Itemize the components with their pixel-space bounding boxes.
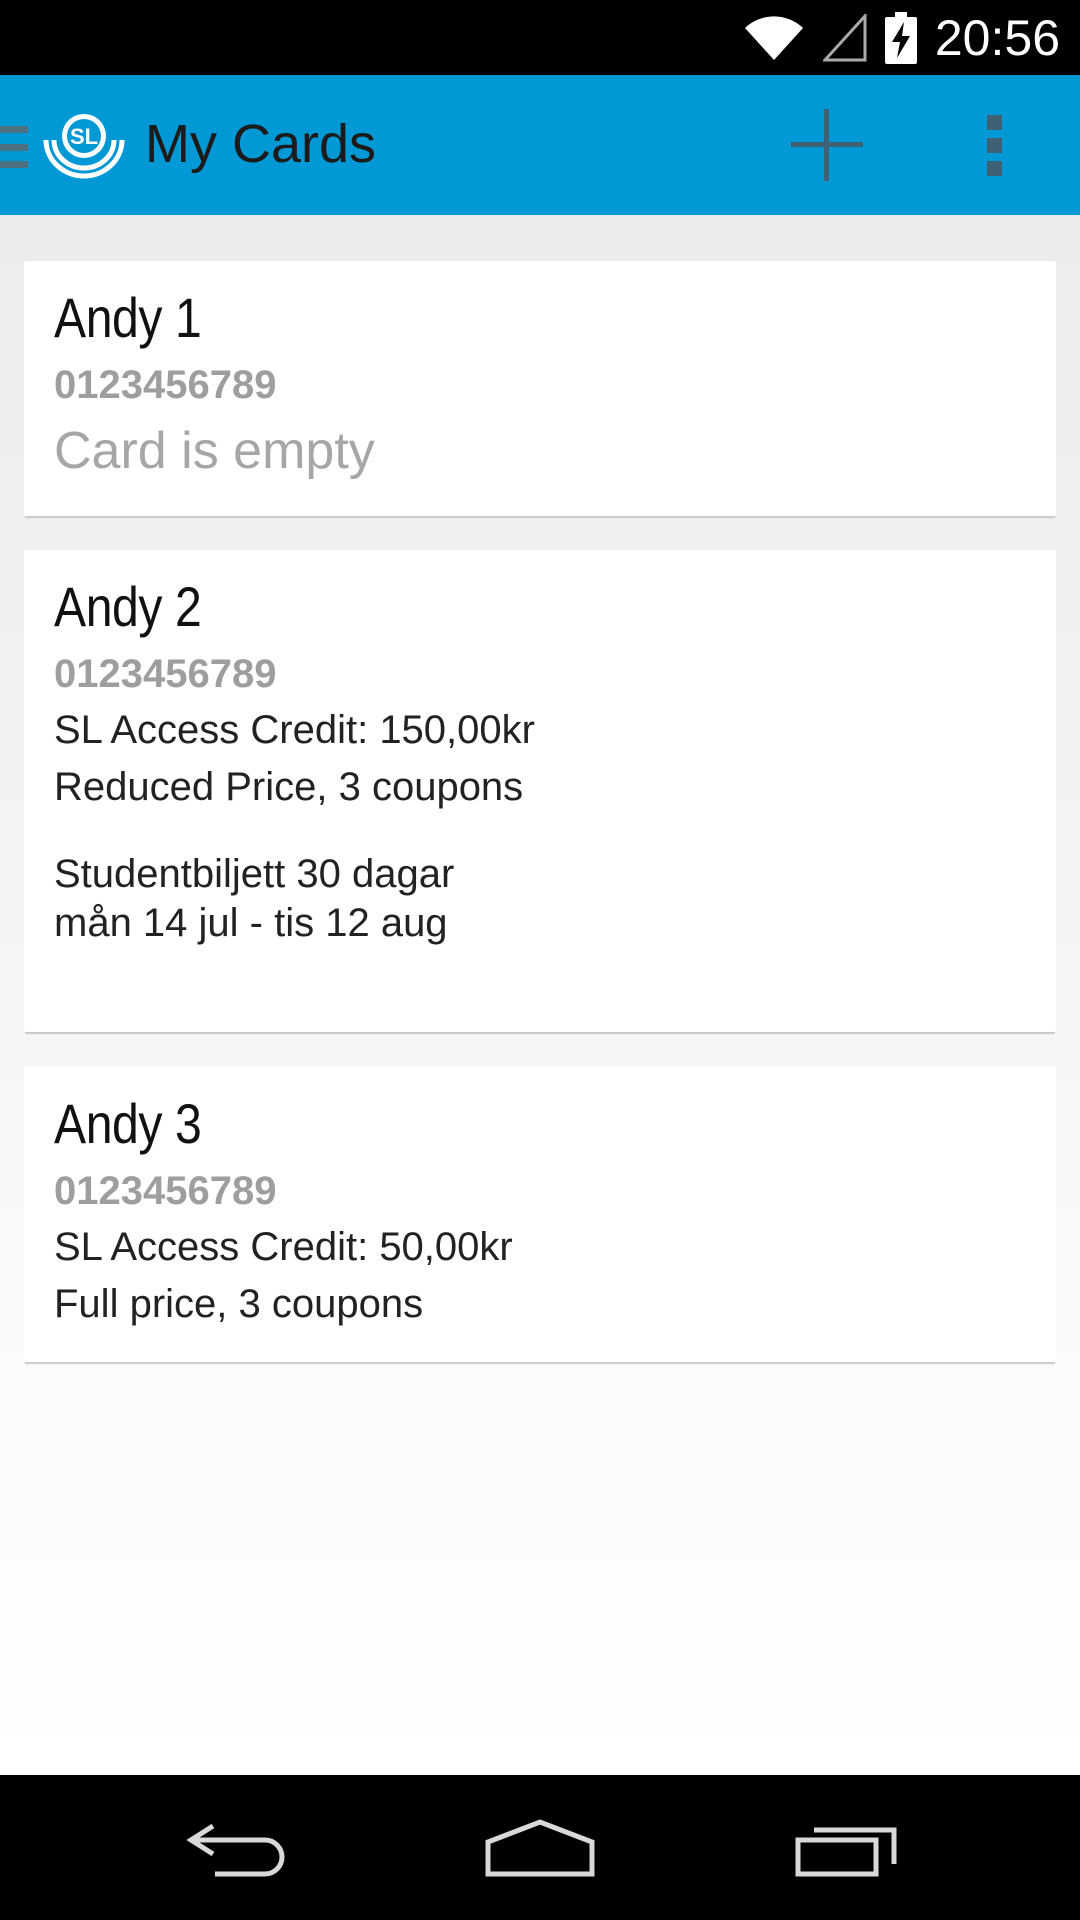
status-time: 20:56 — [934, 9, 1060, 66]
card-number: 0123456789 — [54, 1169, 277, 1213]
screen: 20:56 SL My Cards Andy 1 0123456789 Card… — [0, 0, 1080, 1920]
navigation-bar — [0, 1775, 1080, 1920]
add-icon — [791, 109, 863, 181]
card-number: 0123456789 — [54, 652, 277, 696]
action-bar: SL My Cards — [0, 75, 1080, 215]
home-icon — [485, 1819, 595, 1877]
card-number: 0123456789 — [54, 363, 277, 407]
signal-icon — [822, 13, 867, 62]
battery-charging-icon — [884, 11, 917, 64]
overflow-menu-button[interactable] — [960, 105, 1030, 185]
recent-apps-button[interactable] — [765, 1793, 925, 1903]
page-title: My Cards — [145, 114, 377, 174]
card-ticket-name: Studentbiljett 30 dagar — [54, 852, 455, 896]
card-item[interactable]: Andy 3 0123456789 SL Access Credit: 50,0… — [24, 1067, 1056, 1362]
card-item[interactable]: Andy 1 0123456789 Card is empty — [24, 261, 1056, 516]
back-button[interactable] — [160, 1793, 320, 1903]
wifi-icon — [743, 14, 805, 62]
overflow-menu-icon — [987, 115, 1002, 176]
card-credit: SL Access Credit: 150,00kr — [54, 708, 535, 752]
card-status: Card is empty — [54, 422, 375, 480]
card-ticket-period: mån 14 jul - tis 12 aug — [54, 901, 448, 945]
card-name: Andy 1 — [54, 286, 202, 349]
card-credit: SL Access Credit: 50,00kr — [54, 1225, 513, 1269]
card-name: Andy 3 — [54, 1092, 202, 1155]
back-icon — [186, 1823, 285, 1877]
sl-logo-text: SL — [70, 124, 98, 149]
card-item[interactable]: Andy 2 0123456789 SL Access Credit: 150,… — [24, 550, 1056, 1032]
sl-logo-icon[interactable]: SL — [42, 110, 126, 180]
card-coupons: Reduced Price, 3 coupons — [54, 765, 524, 809]
status-bar: 20:56 — [0, 0, 1080, 75]
card-list: Andy 1 0123456789 Card is empty Andy 2 0… — [0, 215, 1080, 1775]
card-name: Andy 2 — [54, 575, 202, 638]
add-card-button[interactable] — [782, 105, 872, 185]
drawer-indicator-icon[interactable] — [0, 126, 28, 168]
card-coupons: Full price, 3 coupons — [54, 1282, 424, 1326]
recent-apps-icon — [795, 1827, 897, 1877]
home-button[interactable] — [460, 1793, 620, 1903]
